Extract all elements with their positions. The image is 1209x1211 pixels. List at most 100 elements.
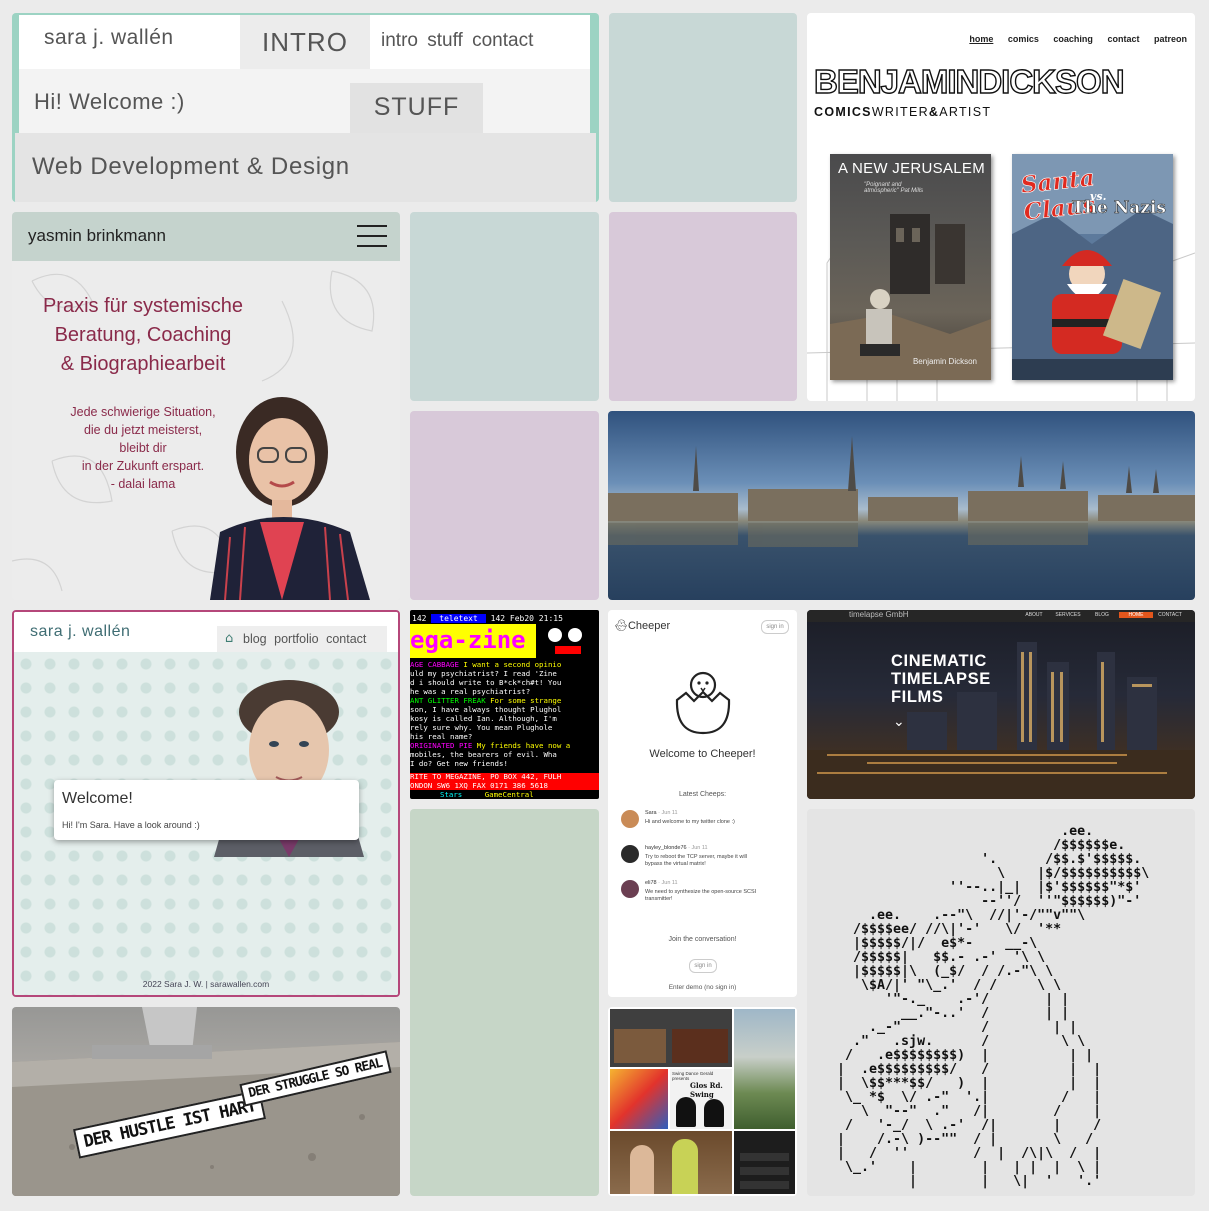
tile-project-collage: Swing Dance Gerald presents Glos Rd. Swi… (608, 1007, 797, 1196)
nav-contact[interactable]: contact (472, 30, 533, 51)
teletext-line-text: My friends have now a (476, 741, 571, 750)
tile-teletext: 142 teletext 142 Feb20 21:15 ega-zine AG… (410, 610, 599, 799)
welcome-text: Hi! I'm Sara. Have a look around :) (62, 820, 200, 830)
site-name: sara j. wallén (44, 26, 174, 49)
app-name: 🐣︎Cheeper (614, 620, 671, 632)
teletext-header: 142 teletext 142 Feb20 21:15 (412, 614, 563, 623)
cheep-date: Jun 11 (661, 880, 678, 886)
teletext-footer: RITE TO MEGAZINE, PO BOX 442, FULH ONDON… (410, 772, 599, 790)
collage-screenshot-1 (610, 1009, 732, 1067)
nav-item-services[interactable]: SERVICES (1051, 612, 1085, 618)
collage-app-screenshot (734, 1131, 795, 1194)
cheep-date: Jun 11 (691, 845, 708, 851)
book-cover-santa-vs-nazis[interactable]: Santa Claus vs. The Nazis (1012, 154, 1173, 380)
nav-contact[interactable]: contact (326, 632, 366, 646)
subtitle: Web Development & Design (32, 153, 350, 180)
nav-item-contact[interactable]: CONTACT (1153, 612, 1187, 618)
teletext-line: uld my psychiatrist? I read 'Zine (410, 669, 599, 678)
teletext-line-text: I want a second opinio (463, 660, 562, 669)
color-tile-mint (410, 212, 599, 401)
cheep-date: Jun 11 (661, 810, 678, 816)
teletext-line: son, I have always thought Plughol (410, 705, 599, 714)
color-tile-sage (410, 809, 599, 1196)
cheep-list: Sara · Jun 11 Hi and welcome to my twitte… (621, 810, 791, 915)
nav-item-blog[interactable]: BLOG (1085, 612, 1119, 618)
collage-cartoon-art (610, 1069, 668, 1129)
signin-button-bottom[interactable]: sign in (689, 959, 717, 973)
teletext-line: I do? Get new friends! (410, 759, 599, 768)
teletext-line-text: mobiles, the bearers of evil. Wha (410, 750, 557, 759)
teletext-line: ANT GLITTER FREAK For some strange (410, 696, 599, 705)
avatar (621, 810, 639, 828)
nav-home[interactable]: home (969, 34, 993, 44)
cheep-user[interactable]: Sara (645, 810, 657, 816)
nav-portfolio[interactable]: portfolio (274, 632, 318, 646)
hamburger-menu-icon[interactable] (357, 225, 387, 249)
cheep-meta: hayley_blonde76 · Jun 11 (645, 845, 708, 851)
nav-blog[interactable]: blog (243, 632, 267, 646)
tile-yasmin-brinkmann[interactable]: yasmin brinkmann Praxis für systemische … (12, 212, 400, 600)
book-author: Benjamin Dickson (912, 357, 977, 366)
nav-links[interactable]: intro stuff contact (381, 30, 533, 52)
nav-contact[interactable]: contact (1107, 34, 1139, 44)
book-title-nazis: The Nazis (1072, 198, 1166, 219)
teletext-line: rely sure why. You mean Plughole (410, 723, 599, 732)
nav-links[interactable]: home comics coaching contact patreon (969, 34, 1187, 44)
teletext-line: mobiles, the bearers of evil. Wha (410, 750, 599, 759)
book-cover-a-new-jerusalem[interactable]: A NEW JERUSALEM "Poignant and atmospheri… (830, 154, 991, 380)
nav-intro[interactable]: intro (381, 30, 418, 51)
teletext-line-text: rely sure why. You mean Plughole (410, 723, 553, 732)
teletext-line: d i should write to B*ck*ch#t! You (410, 678, 599, 687)
tile-sticker-photo: DER HUSTLE IST HART DER STRUGGLE SO REAL (12, 1007, 400, 1196)
color-tile-lilac (609, 212, 797, 401)
cheep-text: Hi and welcome to my twitter clone :) (645, 819, 735, 825)
avatar (621, 880, 639, 898)
tile-timelapse[interactable]: timelapse GmbH ABOUT SERVICES BLOG HOME CONT… (807, 610, 1195, 799)
company-name: timelapse GmbH (849, 610, 909, 619)
cheep-text: Try to reboot the TCP server, maybe it w… (645, 854, 747, 867)
nav-patreon[interactable]: patreon (1154, 34, 1187, 44)
join-text: Join the conversation! (668, 936, 737, 943)
teletext-line-label: ORIGINATED PIE (410, 741, 477, 750)
welcome-heading: Welcome to Cheeper! (649, 748, 756, 760)
nav-links[interactable]: ABOUT SERVICES BLOG HOME CONTACT (1017, 612, 1195, 622)
tab-stuff[interactable]: STUFF (350, 83, 483, 133)
practice-heading: Praxis für systemische Beratung, Coachin… (42, 295, 244, 375)
welcome-text: Hi! Welcome :) (34, 89, 185, 114)
cheep-user[interactable]: hayley_blonde76 (645, 845, 687, 851)
nav-item-home[interactable]: HOME (1119, 612, 1153, 618)
cheep-item: Sara · Jun 11 Hi and welcome to my twitte… (621, 810, 791, 844)
signin-button[interactable]: sign in (761, 620, 789, 634)
teletext-line: his real name? (410, 732, 599, 741)
cheep-item: eli78 · Jun 11 We need to synthesize the … (621, 880, 791, 914)
teletext-letters: AGE CABBAGE I want a second opinio uld my… (410, 660, 599, 768)
tile-benjamin-dickson[interactable]: home comics coaching contact patreon BEN… (807, 13, 1195, 401)
portrait-photo (210, 397, 370, 600)
nav-comics[interactable]: comics (1008, 34, 1039, 44)
teletext-fastext: Stars GameCentral (440, 790, 534, 799)
book-quote: "Poignant and atmospheric" Pat Mills (864, 182, 924, 194)
nav-coaching[interactable]: coaching (1053, 34, 1093, 44)
tab-intro[interactable]: INTRO (240, 15, 370, 69)
welcome-heading: Welcome! (62, 790, 133, 807)
tile-cheeper[interactable]: 🐣︎Cheeper sign in Welcome to Cheeper! La… (608, 610, 797, 997)
home-icon[interactable]: ⌂ (225, 631, 233, 646)
welcome-card: Welcome! Hi! I'm Sara. Have a look aroun… (54, 780, 359, 840)
demo-link[interactable]: Enter demo (no sign in) (608, 984, 797, 991)
teletext-line: AGE CABBAGE I want a second opinio (410, 660, 599, 669)
nav-item-about[interactable]: ABOUT (1017, 612, 1051, 618)
teletext-line: ORIGINATED PIE My friends have now a (410, 741, 599, 750)
nav-bar[interactable]: ⌂ blog portfolio contact (217, 626, 387, 652)
cheep-user[interactable]: eli78 (645, 880, 657, 886)
tile-sara-intro[interactable]: sara j. wallén INTRO intro stuff contact… (12, 13, 599, 202)
teletext-line-text: son, I have always thought Plughol (410, 705, 562, 714)
tile-sara-blog[interactable]: sara j. wallén ⌂ blog portfolio contact … (12, 610, 400, 997)
nav-stuff[interactable]: stuff (427, 30, 463, 51)
book-title: A NEW JERUSALEM (838, 160, 986, 177)
teletext-line-text: d i should write to B*ck*ch#t! You (410, 678, 562, 687)
footer[interactable]: 2022 Sara J. W. | sarawallen.com (14, 979, 398, 989)
teletext-line: he was a real psychiatrist? (410, 687, 599, 696)
latest-heading: Latest Cheeps: (678, 791, 727, 798)
chevron-down-icon[interactable]: ⌄ (893, 714, 905, 730)
tile-hamburg-photo (608, 411, 1195, 600)
